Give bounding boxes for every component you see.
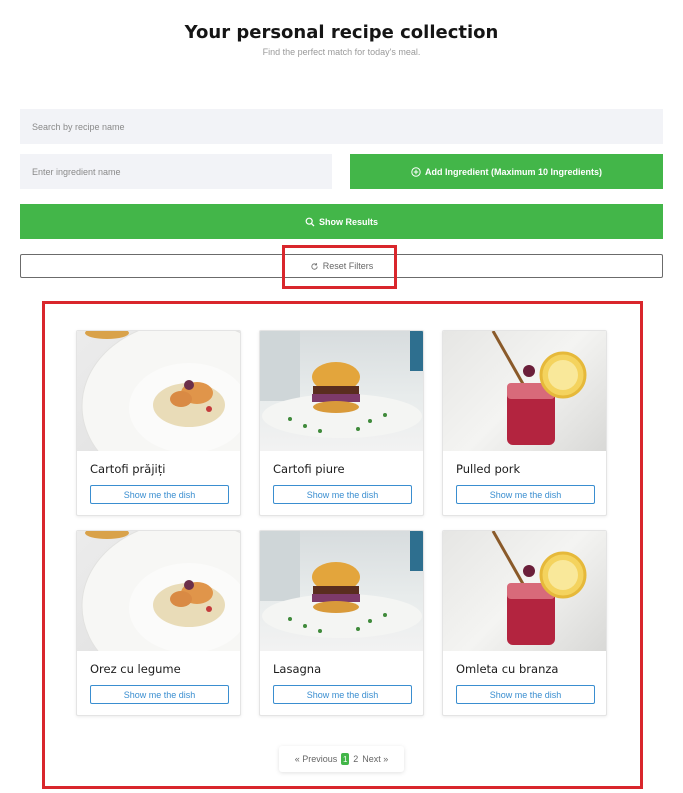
recipe-card: Cartofi prăjiți Show me the dish <box>76 330 241 516</box>
recipe-card: Cartofi piure Show me the dish <box>259 330 424 516</box>
next-page-link[interactable]: Next » <box>362 754 388 764</box>
pagination: « Previous 1 2 Next » <box>279 746 404 772</box>
berry-drink-photo <box>443 331 606 451</box>
search-icon <box>305 217 315 226</box>
search-input[interactable] <box>20 109 663 144</box>
page-title: Your personal recipe collection <box>184 22 499 43</box>
recipe-card: Orez cu legume Show me the dish <box>76 530 241 716</box>
recipe-card: Lasagna Show me the dish <box>259 530 424 716</box>
show-dish-button[interactable]: Show me the dish <box>90 485 229 504</box>
burger-photo <box>260 331 423 451</box>
recipe-name: Cartofi prăjiți <box>90 462 166 476</box>
add-ingredient-label: Add Ingredient (Maximum 10 Ingredients) <box>424 166 603 177</box>
add-ingredient-button[interactable]: Add Ingredient (Maximum 10 Ingredients) <box>350 154 663 189</box>
burger-photo <box>260 531 423 651</box>
show-dish-button[interactable]: Show me the dish <box>456 485 595 504</box>
previous-page-link[interactable]: « Previous <box>295 754 338 764</box>
show-dish-button[interactable]: Show me the dish <box>90 685 229 704</box>
show-results-label: Show Results <box>318 216 378 227</box>
recipe-card: Omleta cu branza Show me the dish <box>442 530 607 716</box>
show-dish-button[interactable]: Show me the dish <box>273 685 412 704</box>
recipe-card: Pulled pork Show me the dish <box>442 330 607 516</box>
berry-drink-photo <box>443 531 606 651</box>
highlight-box-reset <box>282 245 397 289</box>
page-2-link[interactable]: 2 <box>353 754 358 764</box>
plated-dish-photo <box>77 331 240 451</box>
recipe-name: Cartofi piure <box>273 462 345 476</box>
page-subtitle: Find the perfect match for today's meal. <box>262 47 421 57</box>
recipe-name: Pulled pork <box>456 462 521 476</box>
current-page[interactable]: 1 <box>341 753 350 765</box>
show-results-button[interactable]: Show Results <box>20 204 663 239</box>
show-dish-button[interactable]: Show me the dish <box>273 485 412 504</box>
recipe-name: Lasagna <box>273 662 322 676</box>
ingredient-input[interactable] <box>20 154 332 189</box>
show-dish-button[interactable]: Show me the dish <box>456 685 595 704</box>
recipe-name: Orez cu legume <box>90 662 181 676</box>
recipe-name: Omleta cu branza <box>456 662 559 676</box>
plated-dish-photo <box>77 531 240 651</box>
plus-circle-icon <box>411 166 421 177</box>
